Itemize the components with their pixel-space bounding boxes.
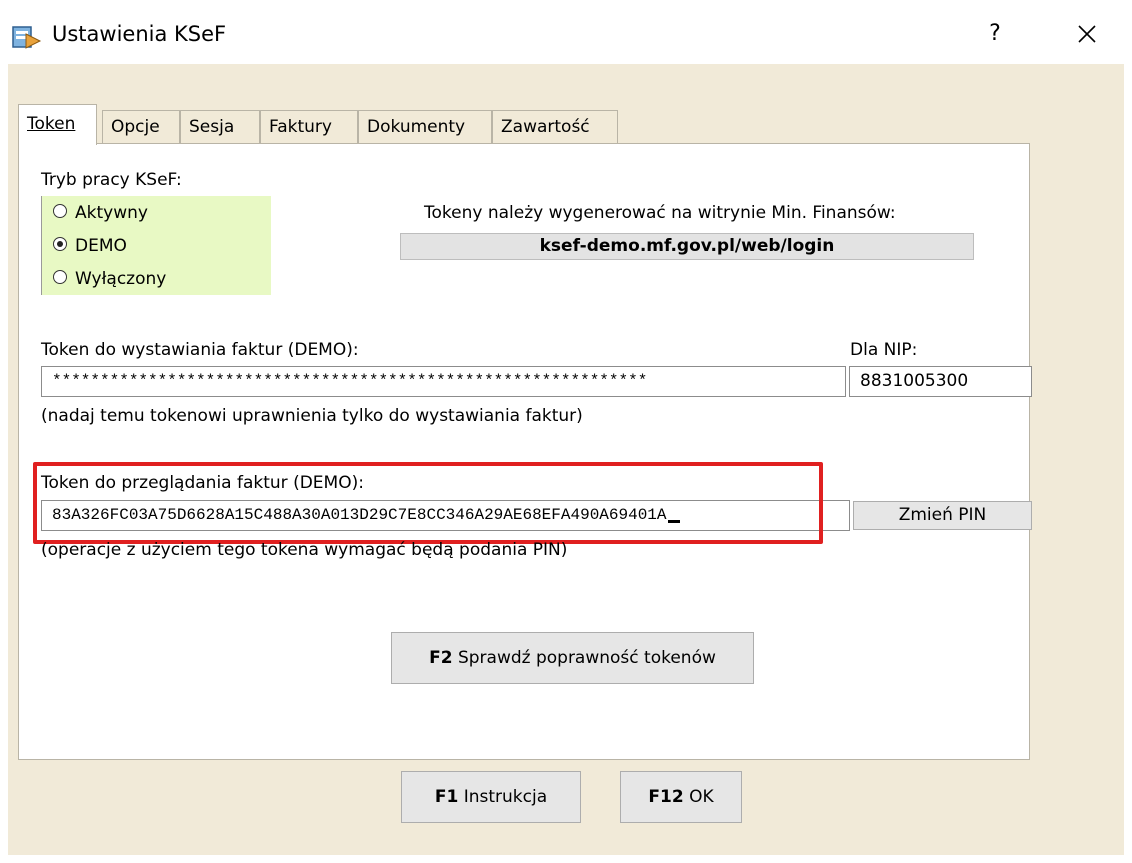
tab-zawartosc[interactable]: Zawartość bbox=[492, 110, 618, 144]
check-tokens-key: F2 bbox=[429, 648, 453, 668]
close-button[interactable] bbox=[1062, 14, 1112, 54]
issue-token-label: Token do wystawiania faktur (DEMO): bbox=[41, 340, 359, 360]
radio-wylaczony-label: Wyłączony bbox=[75, 269, 167, 289]
window-title: Ustawienia KSeF bbox=[52, 22, 227, 46]
ok-label: OK bbox=[689, 787, 714, 807]
ok-key: F12 bbox=[648, 787, 684, 807]
issue-token-field[interactable]: ****************************************… bbox=[41, 366, 846, 397]
ok-button[interactable]: F12 OK bbox=[620, 771, 742, 823]
mode-radio-group: Aktywny DEMO Wyłączony bbox=[41, 196, 271, 295]
close-icon bbox=[1078, 25, 1096, 43]
tab-sesja-label: Sesja bbox=[189, 117, 235, 137]
radio-circle-icon bbox=[53, 270, 67, 284]
radio-aktywny-label: Aktywny bbox=[75, 203, 148, 223]
token-info-text: Tokeny należy wygenerować na witrynie Mi… bbox=[424, 203, 896, 223]
nip-field[interactable]: 8831005300 bbox=[849, 366, 1032, 397]
tab-faktury-label: Faktury bbox=[269, 117, 332, 137]
title-bar: Ustawienia KSeF ? bbox=[0, 0, 1132, 64]
radio-demo-label: DEMO bbox=[75, 236, 127, 256]
change-pin-button[interactable]: Zmień PIN bbox=[853, 501, 1032, 530]
tab-token-label: Token bbox=[27, 114, 76, 134]
highlight-box bbox=[33, 462, 823, 544]
instruction-button[interactable]: F1 Instrukcja bbox=[401, 771, 581, 823]
tab-opcje-label: Opcje bbox=[111, 117, 160, 137]
tab-zawartosc-label: Zawartość bbox=[501, 117, 590, 137]
tab-faktury[interactable]: Faktury bbox=[260, 110, 358, 144]
tab-opcje[interactable]: Opcje bbox=[102, 110, 180, 144]
tab-token[interactable]: Token bbox=[18, 104, 97, 145]
mode-label: Tryb pracy KSeF: bbox=[41, 170, 182, 190]
check-tokens-label: Sprawdź poprawność tokenów bbox=[457, 648, 716, 668]
radio-wylaczony[interactable]: Wyłączony bbox=[53, 264, 166, 294]
help-button[interactable]: ? bbox=[975, 14, 1015, 54]
tab-dokumenty[interactable]: Dokumenty bbox=[358, 110, 492, 144]
instruction-key: F1 bbox=[434, 787, 459, 807]
ksef-login-link[interactable]: ksef-demo.mf.gov.pl/web/login bbox=[400, 233, 974, 260]
change-pin-label: Zmień PIN bbox=[898, 505, 987, 525]
radio-selected-icon bbox=[53, 237, 67, 251]
view-token-hint: (operacje z użyciem tego tokena wymagać … bbox=[41, 540, 568, 560]
nip-label: Dla NIP: bbox=[850, 340, 918, 360]
tab-sesja[interactable]: Sesja bbox=[180, 110, 260, 144]
issue-token-hint: (nadaj temu tokenowi uprawnienia tylko d… bbox=[41, 406, 583, 426]
settings-window: Ustawienia KSeF ? Token Opcje Sesja Fakt… bbox=[0, 0, 1132, 863]
instruction-label: Instrukcja bbox=[463, 787, 548, 807]
radio-demo[interactable]: DEMO bbox=[53, 231, 127, 261]
check-tokens-button[interactable]: F2 Sprawdź poprawność tokenów bbox=[391, 632, 754, 684]
radio-circle-icon bbox=[53, 204, 67, 218]
tab-dokumenty-label: Dokumenty bbox=[367, 117, 466, 137]
app-icon bbox=[12, 26, 42, 49]
radio-aktywny[interactable]: Aktywny bbox=[53, 198, 148, 228]
